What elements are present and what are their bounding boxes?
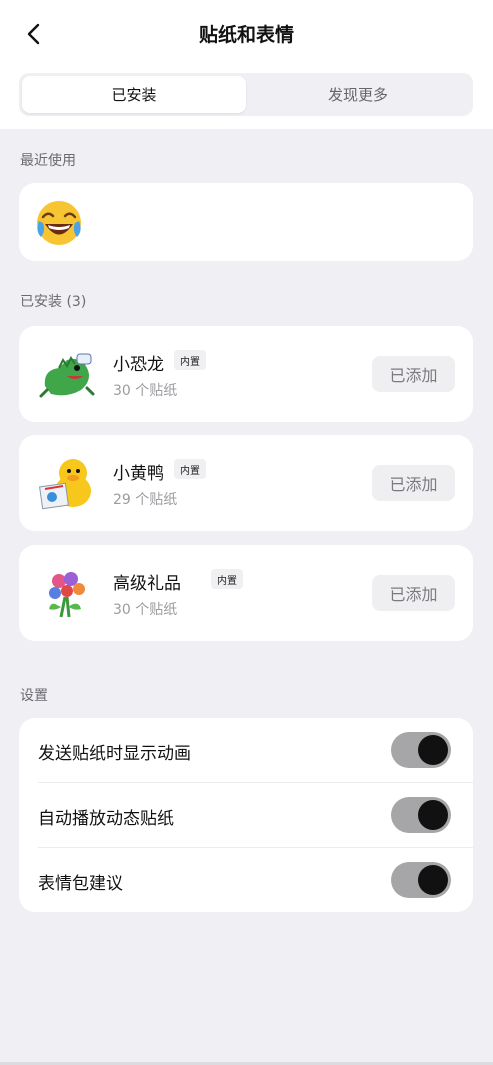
added-button[interactable]: 已添加 (372, 465, 455, 501)
tab-discover-more[interactable]: 发现更多 (246, 76, 470, 113)
setting-row-send-animation[interactable]: 发送贴纸时显示动画 (19, 718, 473, 783)
pack-sticker-count: 29 个贴纸 (113, 492, 178, 508)
page-title: 贴纸和表情 (198, 24, 294, 46)
pack-name: 小恐龙 (113, 355, 164, 375)
toggle-switch[interactable] (391, 732, 451, 768)
toggle-knob (418, 800, 448, 830)
pack-sticker-count: 30 个贴纸 (113, 383, 178, 399)
setting-label: 自动播放动态贴纸 (38, 809, 174, 829)
sticker-pack-row[interactable]: 小恐龙 内置 30 个贴纸 已添加 (19, 326, 473, 422)
setting-row-autoplay[interactable]: 自动播放动态贴纸 (19, 783, 473, 848)
added-button[interactable]: 已添加 (372, 575, 455, 611)
settings-card: 发送贴纸时显示动画 自动播放动态贴纸 表情包建议 (19, 718, 473, 912)
dinosaur-sticker-icon (39, 353, 95, 398)
pack-name: 小黄鸭 (113, 464, 164, 484)
pack-name: 高级礼品 (113, 574, 181, 594)
sticker-pack-row[interactable]: 高级礼品 内置 30 个贴纸 已添加 (19, 545, 473, 641)
added-button[interactable]: 已添加 (372, 356, 455, 392)
tab-installed[interactable]: 已安装 (22, 76, 246, 113)
toggle-switch[interactable] (391, 862, 451, 898)
setting-label: 发送贴纸时显示动画 (38, 744, 191, 764)
recent-section-label: 最近使用 (20, 153, 76, 169)
builtin-badge: 内置 (211, 569, 243, 589)
toggle-knob (418, 735, 448, 765)
top-bar: 贴纸和表情 已安装 发现更多 (0, 0, 493, 129)
toggle-knob (418, 865, 448, 895)
flower-bouquet-sticker-icon (49, 572, 85, 618)
setting-label: 表情包建议 (38, 874, 123, 894)
pack-sticker-count: 30 个贴纸 (113, 602, 178, 618)
toggle-switch[interactable] (391, 797, 451, 833)
duck-sticker-icon (39, 459, 91, 510)
recent-card (19, 183, 473, 261)
builtin-badge: 内置 (174, 350, 206, 370)
tab-switcher: 已安装 发现更多 (19, 73, 473, 116)
sticker-pack-row[interactable]: 小黄鸭 内置 29 个贴纸 已添加 (19, 435, 473, 531)
settings-section-label: 设置 (20, 688, 48, 704)
builtin-badge: 内置 (174, 459, 206, 479)
setting-row-emoji-suggestions[interactable]: 表情包建议 (19, 848, 473, 913)
face-with-tears-of-joy-icon[interactable] (33, 197, 85, 249)
installed-section-label: 已安装 (3) (20, 294, 87, 310)
